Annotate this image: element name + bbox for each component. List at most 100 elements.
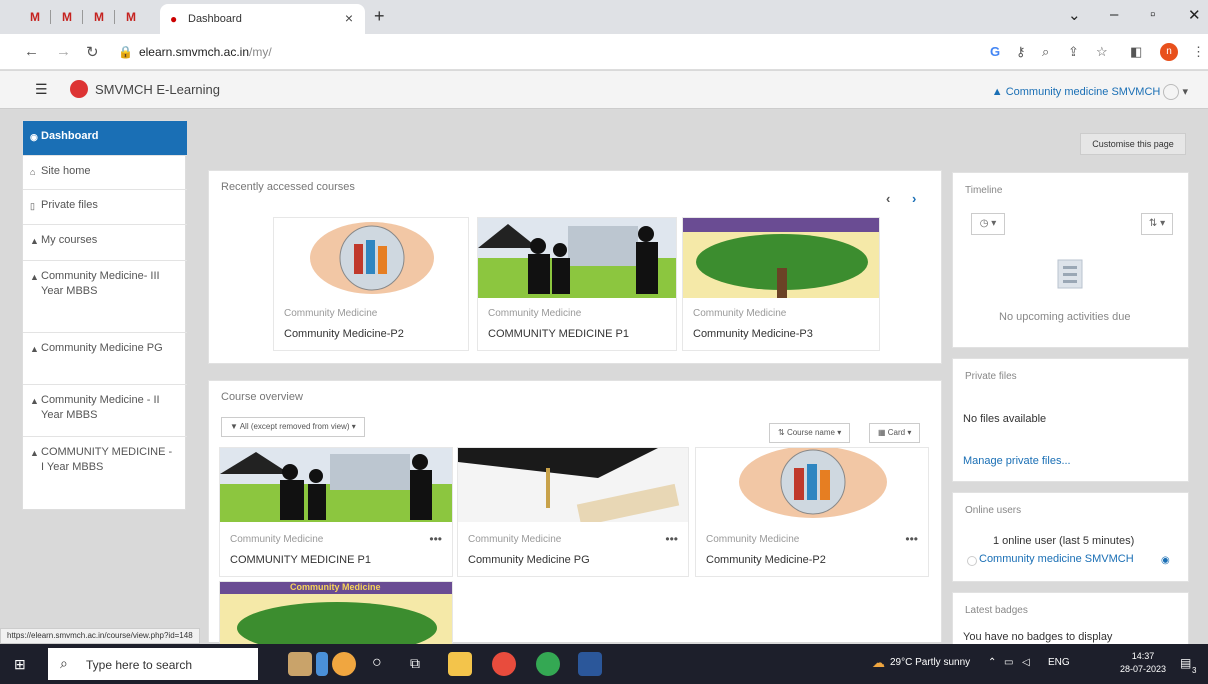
recent-course-card[interactable]: Community Medicine Community Medicine-P2	[273, 217, 469, 351]
overview-course-card[interactable]: Community Medicine ••• Community Medicin…	[457, 447, 689, 577]
notification-icon[interactable]: ▤	[1180, 656, 1191, 670]
app-icon[interactable]	[492, 652, 516, 676]
url-field[interactable]: 🔒 elearn.smvmch.ac.in/my/	[118, 45, 272, 59]
task-view-icon[interactable]: ⧉	[410, 655, 420, 672]
active-browser-tab[interactable]: ● Dashboard ×	[160, 4, 365, 34]
home-icon: ⌂	[30, 167, 36, 177]
nav-item-site-home[interactable]: ⌂ Site home	[23, 156, 187, 190]
volume-icon[interactable]: ◁	[1022, 657, 1030, 668]
forward-icon[interactable]: →	[56, 43, 71, 60]
course-filter-dropdown[interactable]: ▼ All (except removed from view) ▾	[221, 417, 365, 437]
language-indicator[interactable]: ENG	[1048, 657, 1070, 668]
eye-icon[interactable]: ◉	[1161, 555, 1170, 566]
nav-item-dashboard[interactable]: ◉ Dashboard	[23, 121, 187, 156]
previous-arrow-icon[interactable]: ‹	[886, 191, 890, 206]
reload-icon[interactable]: ↻	[86, 43, 99, 61]
network-icon[interactable]: ▭	[1004, 657, 1013, 668]
tab-separator	[114, 10, 115, 24]
file-icon: ▯	[30, 201, 35, 211]
next-arrow-icon[interactable]: ›	[912, 191, 916, 206]
overview-course-card[interactable]: Community Medicine	[219, 581, 453, 644]
key-icon[interactable]: ⚷	[1016, 44, 1026, 60]
nav-item-label: Community Medicine PG	[41, 342, 163, 354]
gmail-tab[interactable]: M	[24, 8, 46, 26]
profile-avatar[interactable]: n	[1160, 43, 1178, 61]
file-explorer-icon[interactable]	[448, 652, 472, 676]
more-options-icon[interactable]: •••	[905, 532, 918, 546]
weather-icon: ☁	[872, 655, 885, 670]
side-panel-icon[interactable]: ◧	[1130, 44, 1142, 60]
timeline-filter-dropdown[interactable]: ◷ ▾	[971, 213, 1005, 235]
course-image	[220, 448, 452, 522]
share-icon[interactable]: ⇪	[1068, 44, 1079, 60]
gmail-tab[interactable]: M	[88, 8, 110, 26]
course-category: Community Medicine	[693, 308, 787, 319]
gmail-tab[interactable]: M	[56, 8, 78, 26]
site-favicon-icon: ●	[170, 12, 178, 26]
course-name[interactable]: Community Medicine PG	[468, 554, 590, 566]
widget-app-icon[interactable]	[288, 652, 312, 676]
tray-chevron-icon[interactable]: ⌃	[988, 657, 996, 668]
bookmark-star-icon[interactable]: ☆	[1096, 44, 1108, 60]
new-tab-button[interactable]: +	[374, 6, 385, 27]
zoom-icon[interactable]: ⌕	[1042, 44, 1049, 60]
chrome-icon[interactable]	[536, 652, 560, 676]
windows-start-icon[interactable]: ⊞	[14, 656, 26, 673]
course-name[interactable]: Community Medicine-P2	[284, 328, 404, 340]
taskbar-search-box[interactable]: ⌕ Type here to search	[48, 648, 258, 680]
online-users-summary: 1 online user (last 5 minutes)	[993, 535, 1135, 547]
view-label: Card	[887, 428, 906, 437]
site-name[interactable]: SMVMCH E-Learning	[95, 82, 220, 97]
close-window-icon[interactable]: ✕	[1188, 6, 1201, 24]
course-image	[696, 448, 928, 522]
gmail-tab[interactable]: M	[120, 8, 142, 26]
tab-search-chevron-icon[interactable]: ⌄	[1068, 6, 1081, 24]
nav-item-course[interactable]: ▲ COMMUNITY MEDICINE - I Year MBBS	[23, 437, 187, 509]
chevron-down-icon: ▾	[1182, 85, 1188, 98]
online-user-link[interactable]: Community medicine SMVMCH	[979, 553, 1134, 565]
view-mode-dropdown[interactable]: ▦ Card ▾	[869, 423, 921, 443]
nav-item-label: Site home	[41, 165, 91, 177]
nav-item-private-files[interactable]: ▯ Private files	[23, 190, 187, 225]
private-files-title: Private files	[965, 371, 1017, 382]
customise-page-button[interactable]: Customise this page	[1080, 133, 1186, 155]
recent-course-card[interactable]: Community Medicine Community Medicine-P3	[682, 217, 880, 351]
cortana-icon[interactable]: ○	[372, 654, 382, 672]
bottle-app-icon[interactable]	[316, 652, 328, 676]
hamburger-menu-icon[interactable]: ☰	[35, 81, 48, 98]
restore-icon[interactable]: ▫	[1150, 6, 1155, 23]
close-tab-icon[interactable]: ×	[345, 10, 353, 26]
recent-course-card[interactable]: Community Medicine COMMUNITY MEDICINE P1	[477, 217, 677, 351]
more-options-icon[interactable]: •••	[429, 532, 442, 546]
overview-course-card[interactable]: Community Medicine ••• COMMUNITY MEDICIN…	[219, 447, 453, 577]
site-logo[interactable]	[70, 80, 88, 98]
nav-item-my-courses[interactable]: ▲ My courses	[23, 225, 187, 261]
search-icon: ⌕	[60, 655, 68, 671]
weather-widget-icon[interactable]	[332, 652, 356, 676]
nav-item-course[interactable]: ▲ Community Medicine - II Year MBBS	[23, 385, 187, 437]
timeline-sort-dropdown[interactable]: ⇅ ▾	[1141, 213, 1173, 235]
system-clock[interactable]: 14:37 28-07-2023	[1120, 650, 1166, 676]
nav-item-course[interactable]: ▲ Community Medicine PG	[23, 333, 187, 385]
course-name[interactable]: COMMUNITY MEDICINE P1	[488, 328, 629, 340]
nav-item-label: Private files	[41, 199, 98, 211]
clock-date: 28-07-2023	[1120, 664, 1167, 674]
course-name[interactable]: COMMUNITY MEDICINE P1	[230, 554, 371, 566]
sort-dropdown[interactable]: ⇅ Course name ▾	[769, 423, 851, 443]
manage-private-files-link[interactable]: Manage private files...	[963, 455, 1071, 467]
word-icon[interactable]	[578, 652, 602, 676]
nav-item-label: Community Medicine - II Year MBBS	[41, 394, 160, 421]
course-name[interactable]: Community Medicine-P2	[706, 554, 826, 566]
weather-text[interactable]: 29°C Partly sunny	[890, 657, 970, 668]
graduation-cap-icon: ▲	[30, 236, 39, 246]
user-menu[interactable]: ▲ Community medicine SMVMCH ▾	[992, 84, 1188, 100]
more-options-icon[interactable]: •••	[665, 532, 678, 546]
overview-course-card[interactable]: Community Medicine ••• Community Medicin…	[695, 447, 929, 577]
user-avatar	[967, 556, 977, 566]
browser-menu-icon[interactable]: ⋮	[1192, 44, 1205, 60]
nav-item-course[interactable]: ▲ Community Medicine- III Year MBBS	[23, 261, 187, 333]
minimize-icon[interactable]: –	[1110, 6, 1118, 23]
back-icon[interactable]: ←	[24, 43, 39, 60]
google-icon[interactable]: G	[990, 44, 1000, 59]
course-name[interactable]: Community Medicine-P3	[693, 328, 813, 340]
